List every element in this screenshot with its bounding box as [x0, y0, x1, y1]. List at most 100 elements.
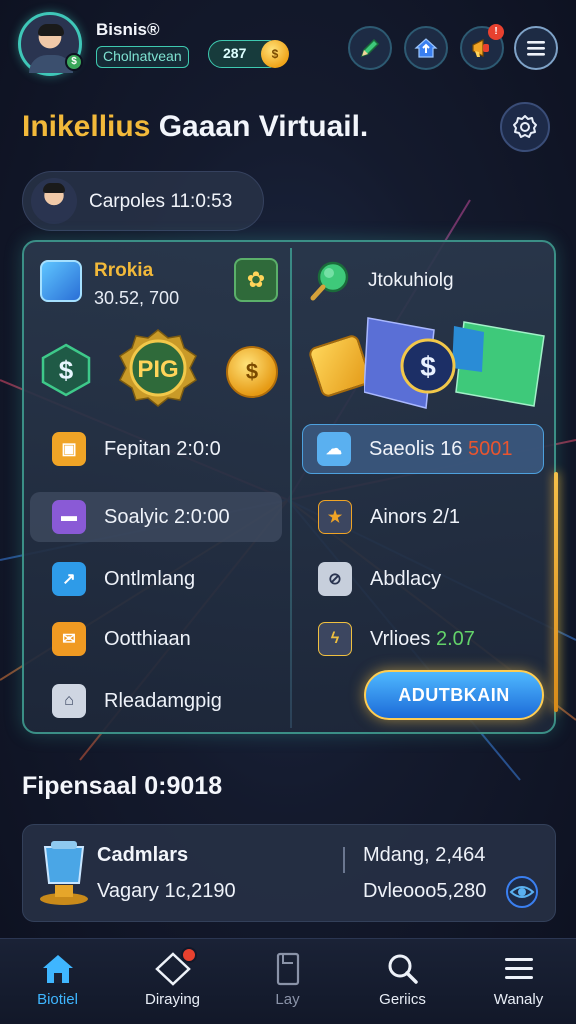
- page-title-main: Gaaan Virtuail.: [150, 110, 369, 143]
- left-list-item-4[interactable]: ⌂ Rleadamgpig: [30, 676, 282, 726]
- right-list-item-1[interactable]: ★ Ainors 2/1: [302, 492, 544, 542]
- pig-badge-icon[interactable]: PIG: [118, 328, 198, 408]
- right-list-item-label: Ainors 2/1: [370, 505, 461, 528]
- right-list-item-3[interactable]: ϟ Vrlioes 2.07: [302, 614, 544, 664]
- summary-separator: [343, 847, 345, 873]
- eye-icon[interactable]: [505, 875, 539, 909]
- pig-badge-label: PIG: [137, 356, 178, 383]
- settings-button[interactable]: [500, 102, 550, 152]
- document-icon: [276, 952, 299, 986]
- pen-button[interactable]: [348, 26, 392, 70]
- user-avatar[interactable]: $: [18, 12, 83, 76]
- right-list-item-text: Saeolis 16: [369, 437, 468, 460]
- home-upload-button[interactable]: [404, 26, 448, 70]
- magnifier-icon: [310, 261, 349, 301]
- nav-label: Lay: [275, 991, 300, 1008]
- profile-avatar-hair: [43, 183, 65, 193]
- bolt-icon: ϟ: [318, 622, 352, 656]
- coin-balance[interactable]: 287 $: [208, 40, 289, 68]
- gear-icon: [513, 115, 537, 138]
- avatar-badge: $: [65, 53, 83, 71]
- chat-icon: ☁: [317, 432, 351, 466]
- right-list-item-label: Abdlacy: [370, 567, 442, 590]
- envelope-icon: ✉: [52, 622, 86, 656]
- summary-section-title: Fipensaal 0:9018: [22, 772, 223, 800]
- gold-coin-icon: $: [226, 346, 278, 398]
- ledger-icon: [40, 260, 82, 302]
- chart-up-icon: ↗: [52, 562, 86, 596]
- trophy-cup-icon: [40, 841, 88, 905]
- coin-count: 287: [223, 45, 247, 61]
- right-card-title: Jtokuhiolg: [368, 270, 454, 291]
- user-handle: Cholnatvean: [96, 46, 189, 68]
- main-panel: Rrokia 30.52, 700 ✿ $ PIG $ ▣ Fepitan 2:…: [22, 240, 558, 734]
- gift-button[interactable]: ✿: [234, 258, 278, 302]
- nav-item-diamond[interactable]: Diraying: [115, 939, 230, 1024]
- nav-item-documents[interactable]: Lay: [230, 939, 345, 1024]
- nav-label: Diraying: [144, 991, 201, 1008]
- panel-glow-edge: [554, 472, 558, 712]
- top-bar: $ Bisnis® Cholnatvean 287 $ !: [18, 12, 564, 80]
- nav-label: Biotiel: [37, 991, 78, 1008]
- left-list-item-label: Fepitan 2:0:0: [104, 437, 221, 460]
- documents-illustration: $: [364, 317, 545, 409]
- right-list-item-highlight: 5001: [467, 437, 513, 460]
- left-list-item-1[interactable]: ▬ Soalyic 2:0:00: [30, 492, 282, 542]
- gift-icon: ✿: [246, 267, 266, 292]
- summary-right-value-1: Mdang, 2,464: [363, 844, 486, 866]
- left-list-item-3[interactable]: ✉ Ootthiaan: [30, 614, 282, 664]
- left-list-item-2[interactable]: ↗ Ontlmlang: [30, 554, 282, 604]
- right-list-item-label: Vrlioes 2.07: [370, 628, 475, 651]
- page-title: Inikellius Gaaan Virtuail.: [22, 110, 368, 144]
- profile-chip[interactable]: Carpoles 11:0:53: [22, 171, 264, 231]
- documents-coin-symbol: $: [420, 351, 436, 382]
- avatar-hair: [38, 24, 64, 36]
- nav-label: Geriics: [379, 991, 426, 1008]
- coin-icon: $: [261, 40, 289, 68]
- eye-slash-icon: ⊘: [318, 562, 352, 596]
- announcement-button[interactable]: !: [460, 24, 504, 70]
- summary-label: Cadmlars: [97, 844, 189, 866]
- menu-icon: [504, 958, 533, 979]
- summary-detail: Vagary 1c,2190: [97, 880, 236, 902]
- menu-button[interactable]: [514, 26, 558, 70]
- nav-notification-dot: [181, 947, 197, 963]
- left-list-item-label: Soalyic 2:0:00: [104, 505, 230, 528]
- shopping-bag-icon: ▣: [52, 432, 86, 466]
- left-list-item-label: Ootthiaan: [104, 627, 191, 650]
- left-list-item-label: Ontlmlang: [104, 567, 196, 590]
- nav-label: Wanaly: [493, 991, 544, 1008]
- notification-badge: !: [488, 24, 504, 40]
- gold-card-icon: [307, 333, 373, 399]
- nav-item-menu[interactable]: Wanaly: [461, 939, 576, 1024]
- right-list-item-2[interactable]: ⊘ Abdlacy: [302, 554, 544, 604]
- left-card-value: 30.52, 700: [94, 288, 180, 308]
- user-name: Bisnis®: [96, 20, 160, 39]
- right-list-item-label: Saeolis 16 5001: [369, 438, 512, 461]
- page-title-accent: Inikellius: [22, 110, 151, 143]
- left-card-title: Rrokia: [94, 260, 154, 281]
- right-list-item-text: Vrlioes: [370, 627, 436, 650]
- summary-card[interactable]: Cadmlars Vagary 1c,2190 Mdang, 2,464 Dvl…: [22, 824, 556, 922]
- panel-divider: [290, 248, 292, 728]
- profile-label: Carpoles 11:0:53: [89, 191, 233, 212]
- right-list-item-highlight: 2.07: [435, 627, 475, 650]
- hexagon-dollar-symbol: $: [59, 355, 74, 385]
- nav-item-home[interactable]: Biotiel: [0, 939, 115, 1024]
- home-upload-icon: [414, 38, 438, 58]
- left-list-item-0[interactable]: ▣ Fepitan 2:0:0: [30, 424, 282, 474]
- bottom-navigation: Biotiel Diraying Lay Geriics Wanaly: [0, 938, 576, 1024]
- ticket-icon: ▬: [52, 500, 86, 534]
- hexagon-dollar-icon: $: [41, 343, 91, 397]
- star-icon: ★: [318, 500, 352, 534]
- right-list-item-0[interactable]: ☁ Saeolis 16 5001: [302, 424, 544, 474]
- summary-right-value-2: Dvleooo5,280: [363, 880, 487, 902]
- search-icon: [388, 954, 418, 984]
- nav-item-search[interactable]: Geriics: [345, 939, 460, 1024]
- menu-icon: [527, 41, 545, 56]
- pen-icon: [360, 38, 380, 58]
- bank-icon: ⌂: [52, 684, 86, 718]
- primary-action-button[interactable]: ADUTBKAIN: [364, 670, 544, 720]
- home-icon: [42, 955, 73, 983]
- profile-avatar: [31, 178, 77, 224]
